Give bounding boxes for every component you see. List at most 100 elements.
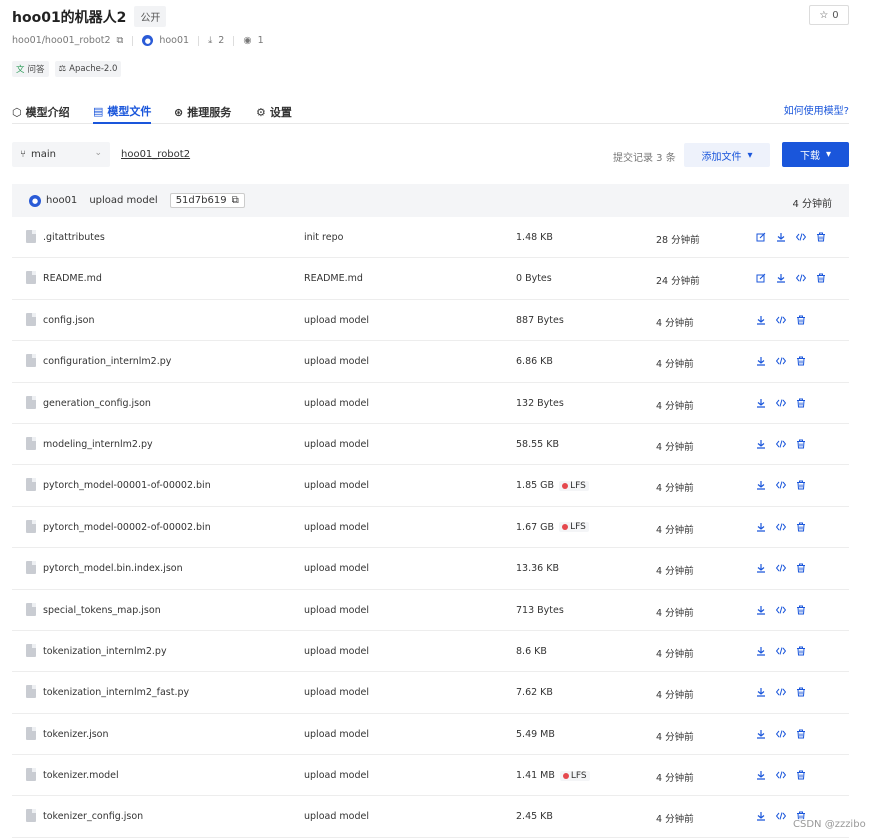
file-row[interactable]: configuration_internlm2.py upload model 6.… <box>12 341 849 383</box>
trash-icon[interactable] <box>795 355 807 367</box>
file-row[interactable]: special_tokens_map.json upload model 713 B… <box>12 590 849 631</box>
file-row[interactable]: tokenization_internlm2.py upload model 8.6… <box>12 631 849 673</box>
file-row[interactable]: tokenizer.json upload model 5.49 MB 4 分钟前 <box>12 714 849 756</box>
file-row[interactable]: .gitattributes init repo 1.48 KB 28 分钟前 <box>12 217 849 259</box>
download-icon[interactable] <box>755 810 767 822</box>
tag-license[interactable]: ⚖ Apache-2.0 <box>54 61 122 77</box>
code-icon[interactable] <box>795 231 807 243</box>
howto-link[interactable]: 如何使用模型? <box>784 102 849 117</box>
file-time: 4 分钟前 <box>656 690 694 702</box>
download-icon[interactable] <box>775 272 787 284</box>
commit-count-link[interactable]: 提交记录 3 条 <box>613 149 676 164</box>
file-row[interactable]: pytorch_model-00002-of-00002.bin upload m… <box>12 507 849 549</box>
file-size: 1.85 GB LFS <box>516 480 589 491</box>
code-icon[interactable] <box>775 479 787 491</box>
visibility-badge: 公开 <box>134 6 167 27</box>
file-name[interactable]: README.md <box>43 273 102 284</box>
file-name[interactable]: tokenizer_config.json <box>43 811 143 822</box>
trash-icon[interactable] <box>795 769 807 781</box>
code-icon[interactable] <box>775 645 787 657</box>
trash-icon[interactable] <box>795 604 807 616</box>
breadcrumb[interactable]: hoo01_robot2 <box>121 149 190 160</box>
code-icon[interactable] <box>775 438 787 450</box>
code-icon[interactable] <box>775 314 787 326</box>
download-icon[interactable] <box>755 645 767 657</box>
download-icon[interactable] <box>755 438 767 450</box>
tab-model-files[interactable]: ▤ 模型文件 <box>93 100 152 124</box>
file-name[interactable]: config.json <box>43 315 95 326</box>
code-icon[interactable] <box>775 562 787 574</box>
code-icon[interactable] <box>775 728 787 740</box>
file-row[interactable]: modeling_internlm2.py upload model 58.55 K… <box>12 424 849 466</box>
trash-icon[interactable] <box>795 645 807 657</box>
code-icon[interactable] <box>775 521 787 533</box>
code-icon[interactable] <box>775 397 787 409</box>
file-row[interactable]: pytorch_model-00001-of-00002.bin upload m… <box>12 465 849 507</box>
commit-author[interactable]: hoo01 <box>46 195 77 206</box>
file-row[interactable]: tokenization_internlm2_fast.py upload mod… <box>12 672 849 714</box>
code-icon[interactable] <box>775 769 787 781</box>
file-name[interactable]: pytorch_model.bin.index.json <box>43 563 183 574</box>
trash-icon[interactable] <box>815 231 827 243</box>
download-icon[interactable] <box>755 562 767 574</box>
tag-task[interactable]: 文 问答 <box>12 61 49 77</box>
trash-icon[interactable] <box>795 314 807 326</box>
trash-icon[interactable] <box>795 521 807 533</box>
download-icon[interactable] <box>775 231 787 243</box>
trash-icon[interactable] <box>795 728 807 740</box>
commit-hash[interactable]: 51d7b619 ⧉ <box>169 193 245 208</box>
repo-path: hoo01/hoo01_robot2 <box>12 35 111 46</box>
trash-icon[interactable] <box>795 397 807 409</box>
code-icon[interactable] <box>775 686 787 698</box>
edit-icon[interactable] <box>755 231 767 243</box>
star-button[interactable]: ☆ 0 <box>809 5 849 25</box>
trash-icon[interactable] <box>795 438 807 450</box>
file-name[interactable]: tokenization_internlm2_fast.py <box>43 687 189 698</box>
file-row[interactable]: generation_config.json upload model 132 By… <box>12 383 849 424</box>
file-row[interactable]: config.json upload model 887 Bytes 4 分钟前 <box>12 300 849 342</box>
edit-icon[interactable] <box>755 272 767 284</box>
tab-settings[interactable]: ⚙ 设置 <box>256 100 292 124</box>
tab-inference[interactable]: ⊛ 推理服务 <box>174 100 231 124</box>
download-icon[interactable] <box>755 479 767 491</box>
tab-model-intro[interactable]: ⬡ 模型介绍 <box>12 100 70 124</box>
download-button[interactable]: 下载 ▾ <box>782 142 849 167</box>
file-name[interactable]: pytorch_model-00001-of-00002.bin <box>43 480 211 491</box>
trash-icon[interactable] <box>815 272 827 284</box>
download-icon[interactable] <box>755 604 767 616</box>
file-name[interactable]: modeling_internlm2.py <box>43 439 153 450</box>
download-icon[interactable] <box>755 686 767 698</box>
file-row[interactable]: pytorch_model.bin.index.json upload model… <box>12 548 849 590</box>
branch-select[interactable]: ⑂ main ⌄ <box>12 142 110 167</box>
download-icon[interactable] <box>755 521 767 533</box>
file-row[interactable]: tokenizer_config.json upload model 2.45 KB… <box>12 796 849 838</box>
code-icon[interactable] <box>795 272 807 284</box>
file-name[interactable]: generation_config.json <box>43 398 151 409</box>
file-time: 4 分钟前 <box>656 400 694 412</box>
trash-icon[interactable] <box>795 479 807 491</box>
add-file-button[interactable]: 添加文件 ▾ <box>684 143 770 167</box>
owner-name[interactable]: hoo01 <box>159 35 189 46</box>
download-icon[interactable] <box>755 355 767 367</box>
file-time: 4 分钟前 <box>656 773 694 785</box>
file-name[interactable]: tokenizer.model <box>43 770 119 781</box>
download-icon[interactable] <box>755 769 767 781</box>
code-icon[interactable] <box>775 604 787 616</box>
download-icon[interactable] <box>755 314 767 326</box>
file-name[interactable]: special_tokens_map.json <box>43 605 161 616</box>
file-name[interactable]: configuration_internlm2.py <box>43 356 171 367</box>
file-name[interactable]: tokenization_internlm2.py <box>43 646 167 657</box>
file-name[interactable]: .gitattributes <box>43 232 105 243</box>
file-row[interactable]: README.md README.md 0 Bytes 24 分钟前 <box>12 258 849 300</box>
download-icon[interactable] <box>755 397 767 409</box>
trash-icon[interactable] <box>795 686 807 698</box>
trash-icon[interactable] <box>795 562 807 574</box>
download-icon[interactable] <box>755 728 767 740</box>
code-icon[interactable] <box>775 355 787 367</box>
file-name[interactable]: tokenizer.json <box>43 729 109 740</box>
file-name[interactable]: pytorch_model-00002-of-00002.bin <box>43 522 211 533</box>
file-row[interactable]: tokenizer.model upload model 1.41 MB LFS 4 分… <box>12 755 849 797</box>
code-icon[interactable] <box>775 810 787 822</box>
copy-icon[interactable]: ⧉ <box>117 35 124 46</box>
copy-icon[interactable]: ⧉ <box>232 195 239 206</box>
